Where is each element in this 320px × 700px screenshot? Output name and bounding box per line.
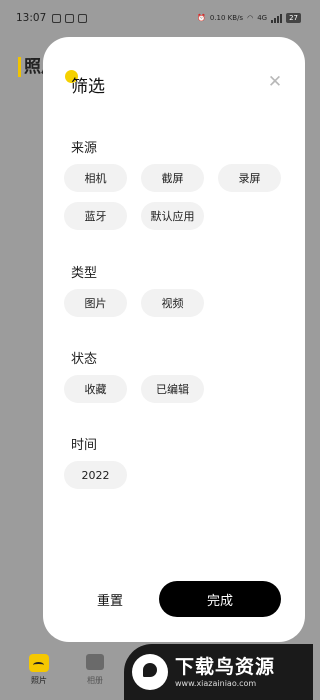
done-button[interactable]: 完成: [159, 581, 281, 617]
close-button[interactable]: ✕: [267, 72, 283, 92]
nav-item-label: 照片: [31, 676, 47, 685]
watermark-title: 下载鸟资源: [175, 655, 276, 678]
notification-icon: [78, 13, 88, 23]
section-title-time: 时间: [71, 438, 98, 453]
filter-sheet: 筛选 ✕ 来源 相机 截屏 录屏 蓝牙 默认应用 类型 图片 视频 状态 收藏 …: [43, 37, 305, 642]
watermark-url: www.xiazainiao.com: [175, 678, 257, 688]
status-time: 13:07: [16, 12, 47, 24]
watermark: 下载鸟资源 www.xiazainiao.com: [124, 644, 313, 700]
nav-item-albums[interactable]: 相册: [80, 654, 110, 686]
chip-edited[interactable]: 已编辑: [141, 375, 204, 403]
signal-icon: [271, 13, 283, 23]
chip-videos[interactable]: 视频: [141, 289, 204, 317]
chip-screenshot[interactable]: 截屏: [141, 164, 204, 192]
sheet-title: 筛选: [71, 77, 105, 97]
alarm-icon: ⏰: [197, 14, 206, 22]
albums-icon: [86, 654, 104, 670]
close-icon: ✕: [267, 72, 283, 92]
watermark-text-block: 下载鸟资源 www.xiazainiao.com: [175, 656, 275, 689]
status-indicators: ⏰ 0.10 KB/s ◠ 4G 27: [197, 13, 301, 23]
status-bar: 13:07 ⏰ 0.10 KB/s ◠ 4G 27: [0, 0, 313, 36]
notification-icons: [52, 13, 88, 23]
chip-camera[interactable]: 相机: [64, 164, 127, 192]
section-title-source: 来源: [71, 141, 98, 156]
bird-logo-icon: [132, 654, 168, 690]
chip-bluetooth[interactable]: 蓝牙: [64, 202, 127, 230]
chip-images[interactable]: 图片: [64, 289, 127, 317]
chip-favorites[interactable]: 收藏: [64, 375, 127, 403]
chip-year-2022[interactable]: 2022: [64, 461, 127, 489]
photos-icon: [29, 654, 49, 672]
notification-icon: [65, 13, 75, 23]
section-title-type: 类型: [71, 266, 98, 281]
chip-default-app[interactable]: 默认应用: [141, 202, 204, 230]
network-speed: 0.10 KB/s: [209, 14, 244, 22]
nav-item-label: 相册: [87, 676, 103, 685]
wifi-icon: ◠: [247, 14, 254, 22]
chip-screen-recording[interactable]: 录屏: [218, 164, 281, 192]
reset-button[interactable]: 重置: [63, 581, 157, 617]
section-title-status: 状态: [71, 352, 98, 367]
nav-item-photos[interactable]: 照片: [24, 654, 54, 686]
battery-icon: 27: [286, 13, 301, 23]
notification-icon: [52, 13, 62, 23]
network-type: 4G: [257, 14, 268, 22]
